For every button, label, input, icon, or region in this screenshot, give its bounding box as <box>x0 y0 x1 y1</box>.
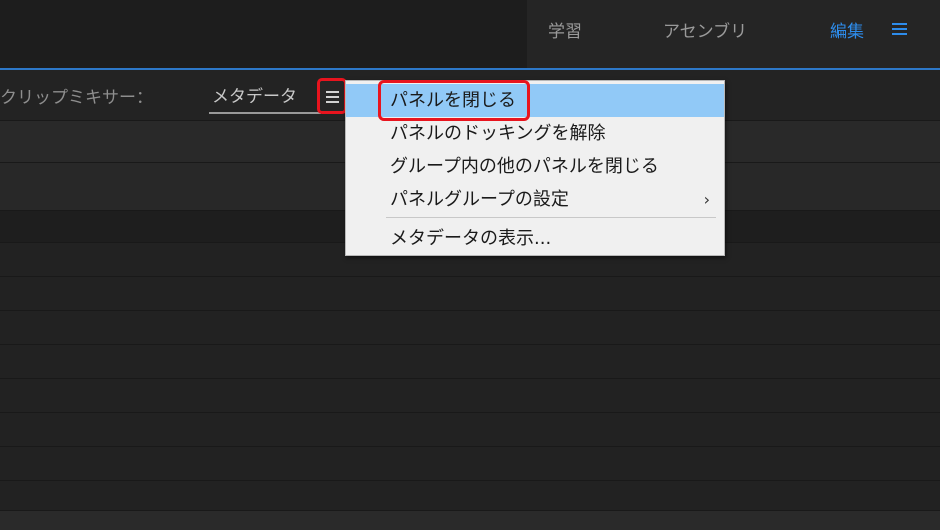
panel-context-menu: パネルを閉じる パネルのドッキングを解除 グループ内の他のパネルを閉じる パネル… <box>345 80 725 256</box>
list-item <box>0 310 940 344</box>
workspace-tabs: 学習 アセンブリ 編集 <box>527 0 940 68</box>
list-item <box>0 480 940 510</box>
menu-item-close-other-panels[interactable]: グループ内の他のパネルを閉じる <box>346 150 724 183</box>
tab-assembly[interactable]: アセンブリ <box>663 17 747 42</box>
menu-item-undock-panel[interactable]: パネルのドッキングを解除 <box>346 117 724 150</box>
tab-metadata[interactable]: メタデータ <box>212 82 297 107</box>
menu-item-label: パネルのドッキングを解除 <box>390 123 606 144</box>
active-tab-underline <box>209 112 321 114</box>
menu-item-label: パネルグループの設定 <box>390 189 569 210</box>
list-item <box>0 412 940 446</box>
list-item <box>0 378 940 412</box>
workspace-menu-icon[interactable] <box>892 22 908 36</box>
menu-item-label: メタデータの表示... <box>390 228 552 249</box>
menu-item-close-panel[interactable]: パネルを閉じる <box>346 84 724 117</box>
menu-item-panel-group-settings[interactable]: パネルグループの設定 › <box>346 183 724 216</box>
list-item <box>0 276 940 310</box>
menu-item-label: パネルを閉じる <box>390 90 516 111</box>
tab-editing[interactable]: 編集 <box>830 17 864 42</box>
tab-clip-mixer[interactable]: クリップミキサー： <box>0 83 153 108</box>
menu-separator <box>386 217 716 218</box>
scrollbar[interactable] <box>0 510 940 530</box>
panel-menu-button[interactable] <box>317 78 347 114</box>
menu-item-show-metadata[interactable]: メタデータの表示... <box>346 222 724 255</box>
list-item <box>0 446 940 480</box>
tab-learning[interactable]: 学習 <box>548 17 582 42</box>
chevron-right-icon: › <box>703 190 710 209</box>
list-item <box>0 344 940 378</box>
menu-item-label: グループ内の他のパネルを閉じる <box>390 156 659 177</box>
